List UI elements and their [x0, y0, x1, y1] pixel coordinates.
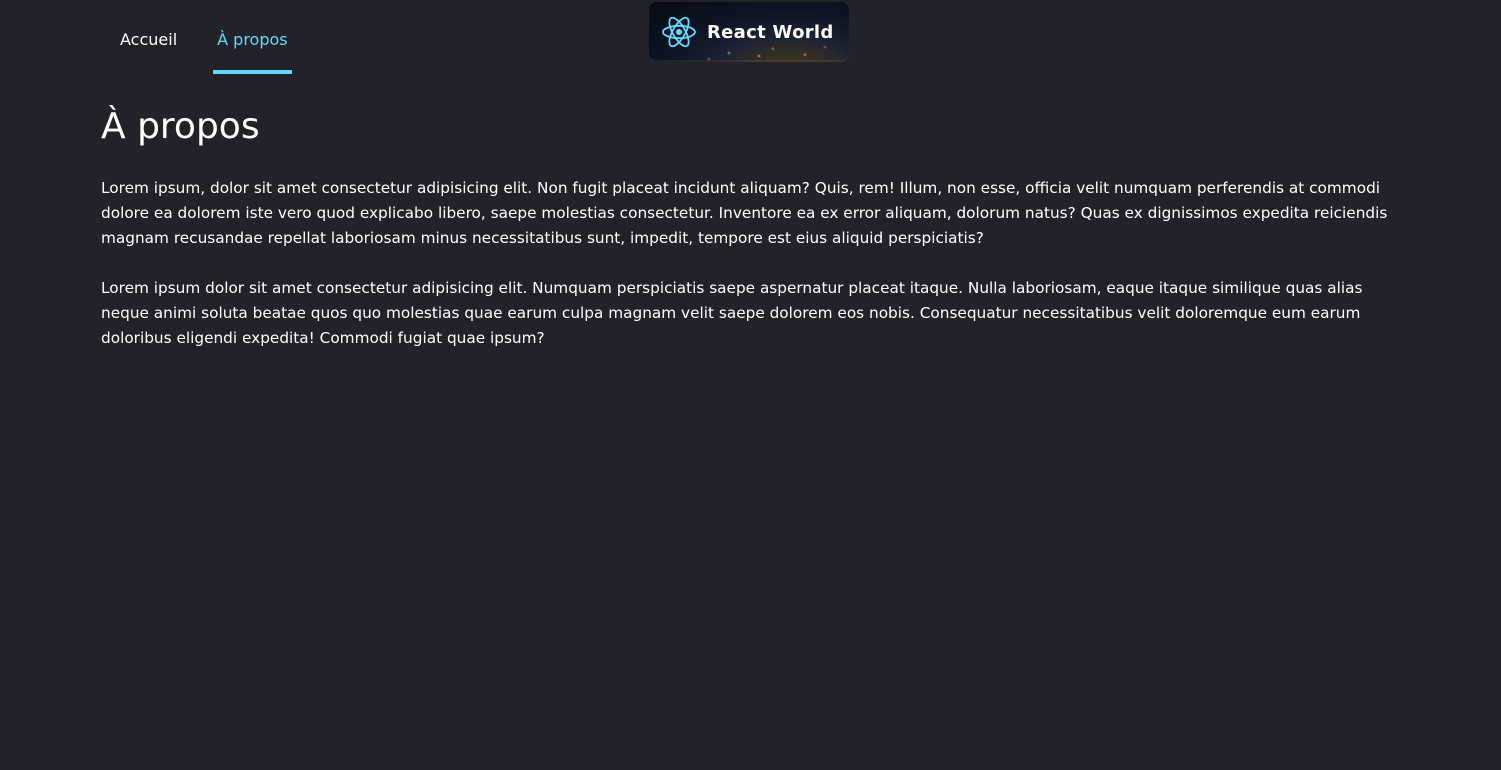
- main-nav: Accueil À propos: [100, 28, 293, 74]
- top-navigation-bar: Accueil À propos React World: [0, 0, 1501, 80]
- nav-link-accueil[interactable]: Accueil: [100, 28, 197, 70]
- logo-brand-text: React World: [707, 21, 834, 43]
- react-atom-icon: [662, 16, 696, 48]
- main-content: À propos Lorem ipsum, dolor sit amet con…: [101, 100, 1391, 351]
- nav-link-a-propos[interactable]: À propos: [213, 28, 293, 74]
- nav-link-label: À propos: [217, 30, 288, 49]
- paragraph-2: Lorem ipsum dolor sit amet consectetur a…: [101, 279, 1363, 347]
- nav-link-label: Accueil: [120, 30, 178, 49]
- paragraph-1: Lorem ipsum, dolor sit amet consectetur …: [101, 179, 1388, 247]
- page-title: À propos: [101, 106, 260, 147]
- react-world-logo[interactable]: React World: [649, 2, 849, 62]
